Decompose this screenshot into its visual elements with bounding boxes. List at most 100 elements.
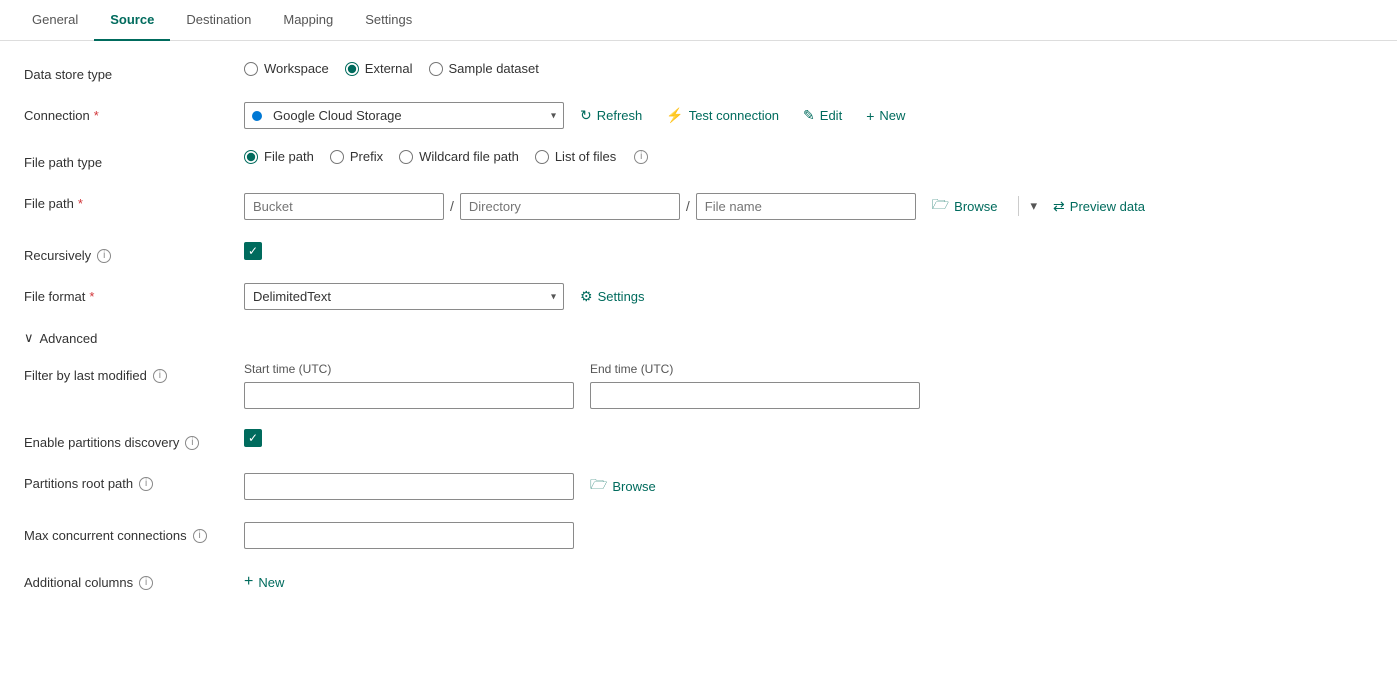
advanced-chevron-icon: ∨ — [24, 330, 34, 346]
radio-external[interactable]: External — [345, 61, 413, 76]
radio-prefix[interactable]: Prefix — [330, 149, 383, 164]
partitions-discovery-info-icon: i — [185, 436, 199, 450]
connection-row: Connection * Google Cloud Storage ▾ ↻ Re… — [24, 102, 1373, 129]
end-time-input[interactable] — [590, 382, 920, 409]
file-format-required: * — [89, 289, 94, 304]
file-format-label: File format * — [24, 283, 244, 304]
test-connection-button[interactable]: ⚡ Test connection — [658, 103, 787, 128]
test-connection-icon: ⚡ — [666, 107, 683, 124]
radio-filepath[interactable]: File path — [244, 149, 314, 164]
refresh-icon: ↻ — [580, 107, 592, 124]
check-icon: ✓ — [248, 244, 258, 258]
recursively-row: Recursively i ✓ — [24, 242, 1373, 263]
recursively-controls: ✓ — [244, 242, 262, 260]
connection-label: Connection * — [24, 102, 244, 123]
partitions-discovery-checkbox[interactable]: ✓ — [244, 429, 262, 447]
file-format-select[interactable]: DelimitedText — [244, 283, 564, 310]
partitions-discovery-controls: ✓ — [244, 429, 262, 447]
radio-workspace-label: Workspace — [264, 61, 329, 76]
advanced-toggle-button[interactable]: ∨ Advanced — [24, 330, 97, 346]
partitions-root-path-row: Partitions root path i 🗁 Browse — [24, 470, 1373, 502]
radio-filepath-input[interactable] — [244, 150, 258, 164]
partitions-root-path-label: Partitions root path i — [24, 470, 244, 491]
tab-destination[interactable]: Destination — [170, 0, 267, 41]
tab-general[interactable]: General — [16, 0, 94, 41]
radio-workspace[interactable]: Workspace — [244, 61, 329, 76]
additional-columns-new-button[interactable]: + New — [244, 569, 284, 595]
refresh-button[interactable]: ↻ Refresh — [572, 103, 650, 128]
radio-sample[interactable]: Sample dataset — [429, 61, 539, 76]
file-path-row: File path * / / 🗁 Browse ▾ ⇄ Preview dat… — [24, 190, 1373, 222]
data-store-type-controls: Workspace External Sample dataset — [244, 61, 539, 76]
radio-listoffiles-input[interactable] — [535, 150, 549, 164]
browse-folder-icon: 🗁 — [932, 194, 949, 218]
connection-select-wrapper: Google Cloud Storage ▾ — [244, 102, 564, 129]
filter-info-icon: i — [153, 369, 167, 383]
file-path-type-label: File path type — [24, 149, 244, 170]
toolbar-separator — [1018, 196, 1019, 216]
tab-source[interactable]: Source — [94, 0, 170, 41]
tab-bar: General Source Destination Mapping Setti… — [0, 0, 1397, 41]
advanced-section: ∨ Advanced Filter by last modified i Sta… — [24, 330, 1373, 595]
additional-columns-info-icon: i — [139, 576, 153, 590]
gcs-dot-icon — [252, 111, 262, 121]
datetime-group: Start time (UTC) End time (UTC) — [244, 362, 920, 409]
directory-input[interactable] — [460, 193, 680, 220]
browse-button[interactable]: 🗁 Browse — [924, 190, 1006, 222]
tab-mapping[interactable]: Mapping — [267, 0, 349, 41]
connection-select[interactable]: Google Cloud Storage — [244, 102, 564, 129]
radio-wildcard[interactable]: Wildcard file path — [399, 149, 519, 164]
file-format-row: File format * DelimitedText ▾ ⚙ Settings — [24, 283, 1373, 310]
new-icon: + — [866, 108, 874, 124]
partitions-root-path-input[interactable] — [244, 473, 574, 500]
partitions-discovery-row: Enable partitions discovery i ✓ — [24, 429, 1373, 450]
radio-listoffiles[interactable]: List of files — [535, 149, 616, 164]
radio-prefix-input[interactable] — [330, 150, 344, 164]
preview-data-button[interactable]: ⇄ Preview data — [1045, 194, 1153, 219]
new-connection-button[interactable]: + New — [858, 104, 913, 128]
start-time-label: Start time (UTC) — [244, 362, 574, 376]
radio-filepath-label: File path — [264, 149, 314, 164]
file-path-required: * — [78, 196, 83, 211]
max-connections-input[interactable] — [244, 522, 574, 549]
radio-wildcard-input[interactable] — [399, 150, 413, 164]
partitions-root-path-controls: 🗁 Browse — [244, 470, 664, 502]
max-connections-label: Max concurrent connections i — [24, 522, 244, 543]
source-panel: Data store type Workspace External Sampl… — [0, 41, 1397, 635]
recursively-info-icon: i — [97, 249, 111, 263]
advanced-content: Filter by last modified i Start time (UT… — [24, 346, 1373, 595]
radio-prefix-label: Prefix — [350, 149, 383, 164]
data-store-type-label: Data store type — [24, 61, 244, 82]
chevron-down-icon[interactable]: ▾ — [1031, 198, 1038, 214]
partitions-browse-button[interactable]: 🗁 Browse — [582, 470, 664, 502]
preview-icon: ⇄ — [1053, 198, 1065, 215]
connection-controls: Google Cloud Storage ▾ ↻ Refresh ⚡ Test … — [244, 102, 913, 129]
file-path-type-radio-group: File path Prefix Wildcard file path List… — [244, 149, 648, 164]
recursively-label: Recursively i — [24, 242, 244, 263]
radio-external-input[interactable] — [345, 62, 359, 76]
start-time-input[interactable] — [244, 382, 574, 409]
max-connections-row: Max concurrent connections i — [24, 522, 1373, 549]
data-store-radio-group: Workspace External Sample dataset — [244, 61, 539, 76]
add-icon: + — [244, 573, 253, 591]
additional-columns-row: Additional columns i + New — [24, 569, 1373, 595]
recursively-checkbox[interactable]: ✓ — [244, 242, 262, 260]
radio-external-label: External — [365, 61, 413, 76]
bucket-input[interactable] — [244, 193, 444, 220]
file-format-controls: DelimitedText ▾ ⚙ Settings — [244, 283, 653, 310]
path-separator-2: / — [680, 198, 696, 214]
additional-columns-label: Additional columns i — [24, 569, 244, 590]
settings-icon: ⚙ — [580, 288, 593, 305]
radio-listoffiles-label: List of files — [555, 149, 616, 164]
additional-columns-controls: + New — [244, 569, 284, 595]
filename-input[interactable] — [696, 193, 916, 220]
file-format-settings-button[interactable]: ⚙ Settings — [572, 284, 653, 309]
tab-settings[interactable]: Settings — [349, 0, 428, 41]
file-path-type-row: File path type File path Prefix Wildcard… — [24, 149, 1373, 170]
radio-sample-input[interactable] — [429, 62, 443, 76]
end-time-col: End time (UTC) — [590, 362, 920, 409]
radio-workspace-input[interactable] — [244, 62, 258, 76]
edit-button[interactable]: ✎ Edit — [795, 103, 850, 128]
max-connections-controls — [244, 522, 574, 549]
file-path-inputs: / / — [244, 193, 916, 220]
